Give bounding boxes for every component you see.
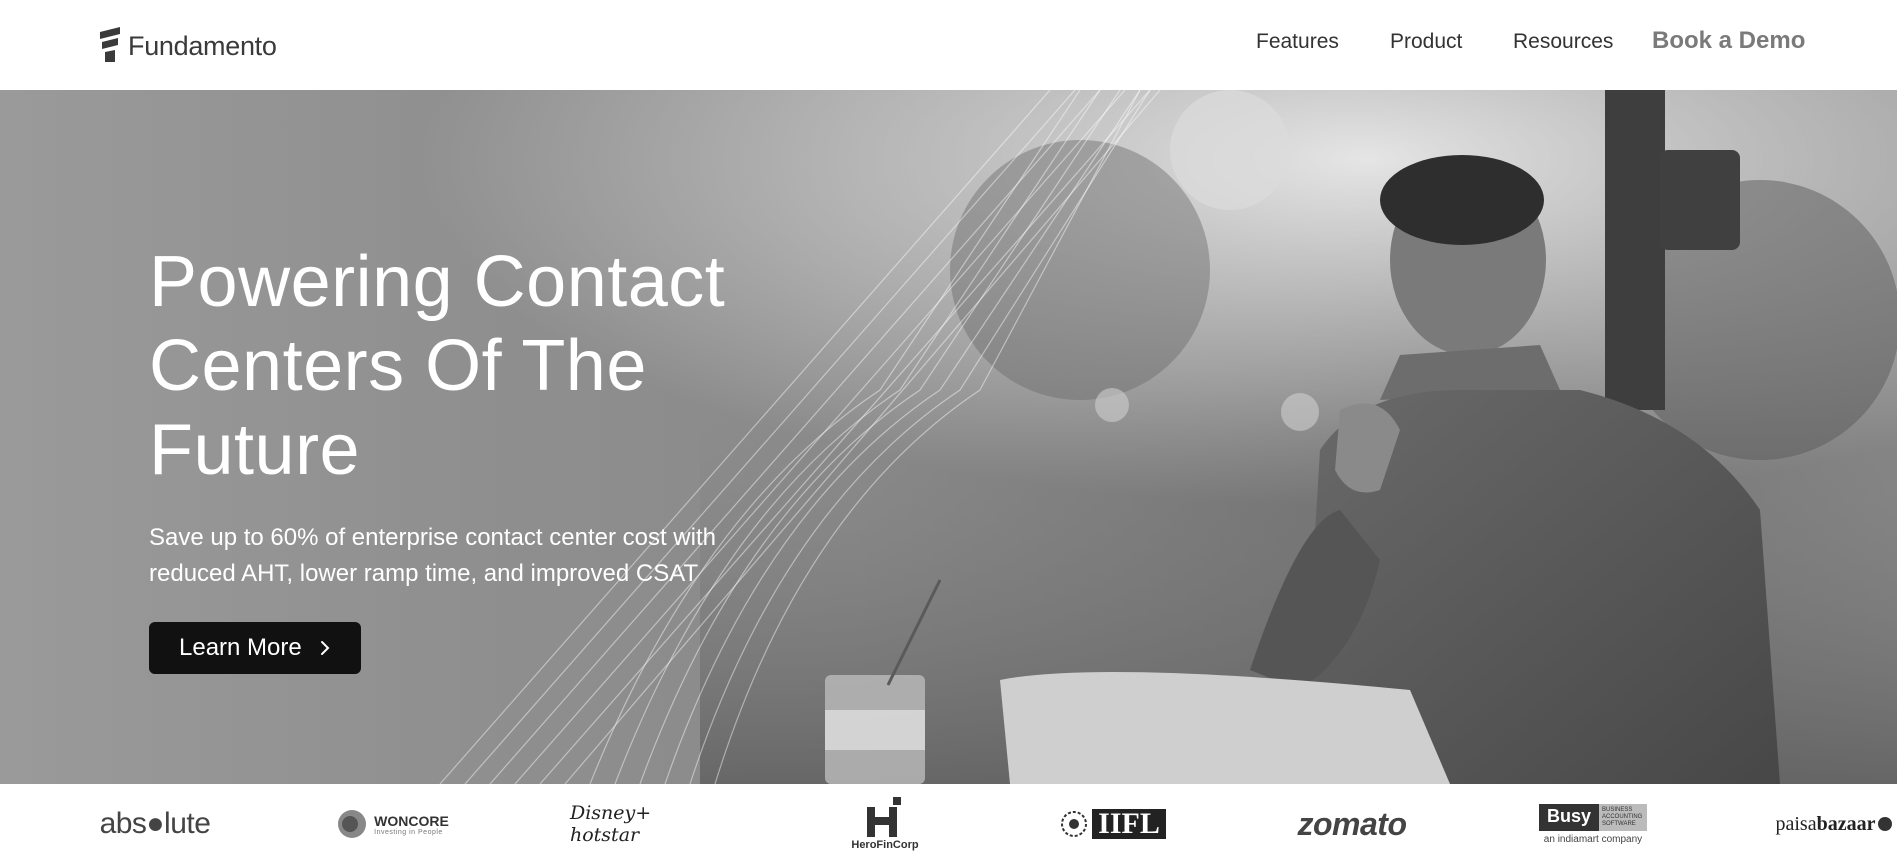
busy-name: Busy (1538, 803, 1599, 831)
hotstar-name: Disney+ hotstar (570, 802, 652, 846)
hero-title-line: Powering Contact (149, 242, 726, 322)
hero-section: Powering Contact Centers Of The Future S… (0, 90, 1897, 784)
herofincorp-emblem-icon (867, 797, 901, 837)
paisabazaar-name: paisabazaar (1776, 813, 1876, 836)
client-logo-hotstar: Disney+ hotstar (570, 794, 695, 854)
client-logo-busy: Busy BUSINESS ACCOUNTING SOFTWARE an ind… (1532, 794, 1654, 854)
nav-product[interactable]: Product (1390, 30, 1462, 54)
iifl-name: IIFL (1092, 809, 1166, 839)
hero-title-line: Centers Of The (149, 326, 647, 406)
chevron-right-icon (320, 641, 330, 655)
zomato-name: zomato (1297, 805, 1408, 842)
hero-text: Powering Contact Centers Of The Future S… (149, 240, 909, 592)
logo-icon (100, 27, 120, 62)
hero-subtitle: Save up to 60% of enterprise contact cen… (149, 520, 789, 592)
herofincorp-name: HeroFinCorp (851, 839, 919, 851)
client-logo-absolute: abs●lute (99, 807, 211, 840)
paisabazaar-part1: paisa (1775, 812, 1817, 835)
learn-more-button[interactable]: Learn More (149, 622, 361, 674)
busy-subtitle: BUSINESS ACCOUNTING SOFTWARE (1599, 803, 1647, 831)
woncore-name: WONCORE (374, 812, 449, 829)
hero-subtitle-line: Save up to 60% of enterprise contact cen… (149, 524, 716, 551)
busy-company: an indiamart company (1543, 833, 1643, 845)
paisabazaar-emblem-icon (1878, 817, 1893, 831)
learn-more-label: Learn More (179, 634, 302, 661)
hero-title-line: Future (149, 410, 361, 490)
woncore-tagline: Investing in People (374, 828, 443, 836)
client-logo-herofincorp: HeroFinCorp (835, 794, 935, 854)
woncore-emblem-icon (338, 810, 367, 838)
client-logo-paisabazaar: paisabazaar (1772, 794, 1897, 854)
client-logo-woncore: WONCORE Investing in People (330, 794, 455, 854)
book-demo-link[interactable]: Book a Demo (1652, 27, 1805, 55)
brand-logo[interactable]: Fundamento (96, 26, 277, 66)
client-logos-strip: abs●lute WONCORE Investing in People Dis… (0, 784, 1897, 863)
hero-subtitle-line: reduced AHT, lower ramp time, and improv… (149, 560, 699, 587)
iifl-emblem-icon (1061, 811, 1088, 837)
hero-title: Powering Contact Centers Of The Future (149, 240, 909, 492)
paisabazaar-part2: bazaar (1816, 812, 1876, 835)
client-logo-iifl: IIFL (1055, 794, 1170, 854)
site-header: Fundamento Features Product Resources Bo… (0, 0, 1897, 90)
nav-features[interactable]: Features (1256, 30, 1339, 54)
brand-name: Fundamento (128, 30, 277, 61)
client-logo-zomato: zomato (1292, 794, 1412, 854)
nav-resources[interactable]: Resources (1513, 30, 1613, 54)
